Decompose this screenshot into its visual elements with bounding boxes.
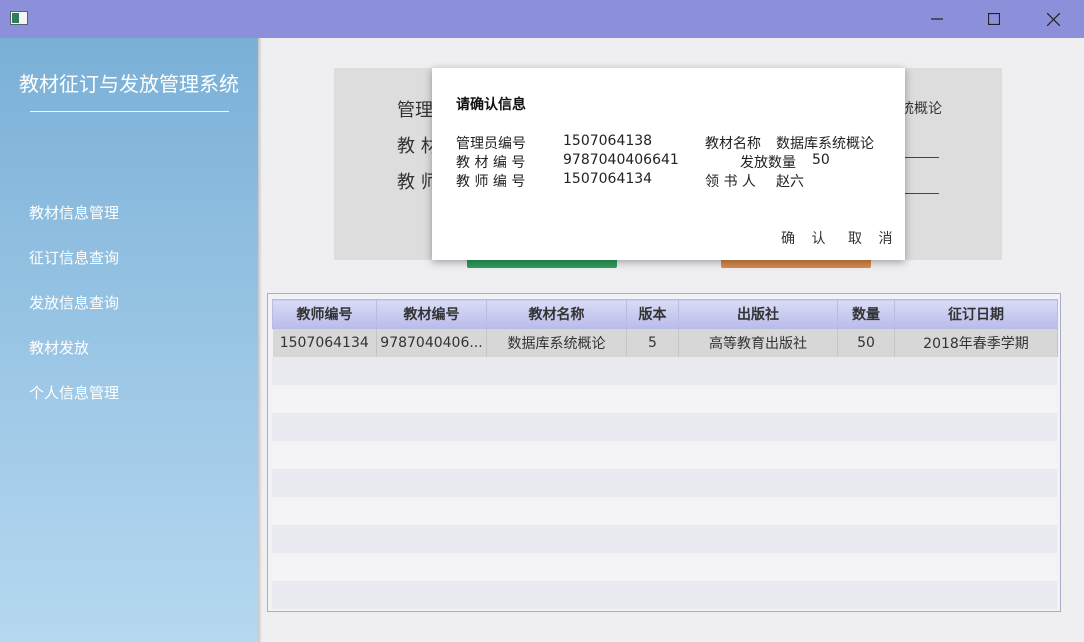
- title-bar: [0, 0, 1084, 38]
- dialog-confirm-button[interactable]: 确 认: [781, 228, 831, 248]
- dialog-book-name-value: 数据库系统概论: [776, 136, 874, 152]
- maximize-icon: [988, 13, 1000, 25]
- title-divider: [30, 111, 229, 112]
- app-icon: [10, 11, 28, 25]
- order-table-container: 教师编号 教材编号 教材名称 版本 出版社 数量 征订日期 1507064134…: [267, 293, 1061, 612]
- dialog-admin-id-label: 管理员编号: [456, 136, 526, 152]
- sidebar-item-personal-info[interactable]: 个人信息管理: [29, 382, 119, 403]
- dialog-quantity-value: 50: [812, 152, 830, 168]
- form-quantity-field[interactable]: [905, 157, 939, 158]
- dialog-cancel-button[interactable]: 取 消: [848, 228, 898, 248]
- column-header-order-term[interactable]: 征订日期: [894, 299, 1058, 329]
- dialog-teacher-id-label: 教 师 编 号: [456, 174, 526, 190]
- dialog-book-id-label: 教 材 编 号: [456, 155, 526, 171]
- sidebar-item-order-query[interactable]: 征订信息查询: [29, 247, 119, 268]
- column-header-book-id[interactable]: 教材编号: [376, 299, 487, 329]
- dialog-title: 请确认信息: [456, 97, 526, 113]
- order-table: 教师编号 教材编号 教材名称 版本 出版社 数量 征订日期 1507064134…: [272, 299, 1058, 357]
- dialog-book-name-label: 教材名称: [705, 136, 761, 152]
- sidebar-item-distribute[interactable]: 教材发放: [29, 337, 89, 358]
- column-header-teacher-id[interactable]: 教师编号: [272, 299, 377, 329]
- form-label-admin: 管理: [397, 100, 433, 121]
- cell-publisher[interactable]: 高等教育出版社: [678, 328, 838, 357]
- sidebar-shadow: [258, 38, 262, 642]
- table-header-row: 教师编号 教材编号 教材名称 版本 出版社 数量 征订日期: [272, 299, 1058, 329]
- dialog-quantity-label: 发放数量: [740, 155, 796, 171]
- sidebar: 教材征订与发放管理系统 教材信息管理 征订信息查询 发放信息查询 教材发放 个人…: [0, 38, 258, 642]
- form-receiver-field[interactable]: [905, 193, 939, 194]
- column-header-quantity[interactable]: 数量: [837, 299, 895, 329]
- column-header-edition[interactable]: 版本: [626, 299, 679, 329]
- cell-book-name[interactable]: 数据库系统概论: [486, 328, 627, 357]
- column-header-book-name[interactable]: 教材名称: [486, 299, 627, 329]
- table-row[interactable]: 1507064134 9787040406... 数据库系统概论 5 高等教育出…: [272, 328, 1058, 357]
- system-title: 教材征订与发放管理系统: [19, 72, 239, 96]
- column-header-publisher[interactable]: 出版社: [678, 299, 838, 329]
- confirm-dialog: 请确认信息 管理员编号 1507064138 教材名称 数据库系统概论 教 材 …: [432, 68, 905, 260]
- cell-order-term[interactable]: 2018年春季学期: [894, 328, 1058, 357]
- dialog-receiver-value: 赵六: [776, 174, 804, 190]
- close-button[interactable]: [1024, 0, 1082, 38]
- cell-edition[interactable]: 5: [626, 328, 679, 357]
- minimize-icon: [931, 18, 943, 20]
- dialog-admin-id-value: 1507064138: [563, 133, 653, 149]
- form-book-name-value: 统概论: [900, 101, 942, 117]
- dialog-book-id-value: 9787040406641: [563, 152, 679, 168]
- close-icon: [1046, 12, 1060, 26]
- dialog-receiver-label: 领 书 人: [705, 174, 756, 190]
- cell-quantity[interactable]: 50: [837, 328, 895, 357]
- sidebar-item-distribution-query[interactable]: 发放信息查询: [29, 292, 119, 313]
- maximize-button[interactable]: [965, 0, 1023, 38]
- cell-book-id[interactable]: 9787040406...: [376, 328, 487, 357]
- sidebar-item-textbook-info[interactable]: 教材信息管理: [29, 202, 119, 223]
- dialog-teacher-id-value: 1507064134: [563, 171, 653, 187]
- minimize-button[interactable]: [908, 0, 966, 38]
- cell-teacher-id[interactable]: 1507064134: [272, 328, 377, 357]
